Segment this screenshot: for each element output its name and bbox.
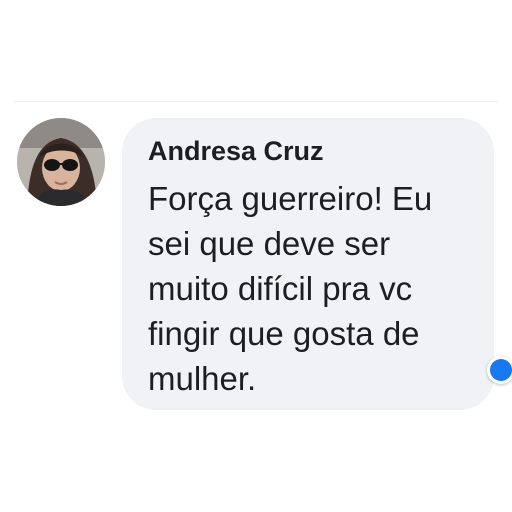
- avatar[interactable]: [17, 118, 105, 206]
- comment-text-line: Força guerreiro! Eu: [148, 180, 433, 217]
- comment-author[interactable]: Andresa Cruz: [148, 136, 324, 167]
- comment-text: Força guerreiro! Eu sei que deve ser mui…: [148, 176, 478, 401]
- reaction-dot: [490, 359, 512, 381]
- comment-screenshot: Andresa Cruz Força guerreiro! Eu sei que…: [0, 0, 512, 512]
- profile-photo-icon: [17, 118, 105, 206]
- comment-bubble: Andresa Cruz Força guerreiro! Eu sei que…: [122, 118, 494, 410]
- comment-text-line: fingir que gosta de: [148, 315, 420, 352]
- like-reaction-icon[interactable]: [487, 356, 512, 384]
- comment-text-line: mulher.: [148, 360, 257, 397]
- comment-text-line: sei que deve ser: [148, 225, 391, 262]
- comment-text-line: muito difícil pra vc: [148, 270, 413, 307]
- comment-item: Andresa Cruz Força guerreiro! Eu sei que…: [0, 0, 512, 512]
